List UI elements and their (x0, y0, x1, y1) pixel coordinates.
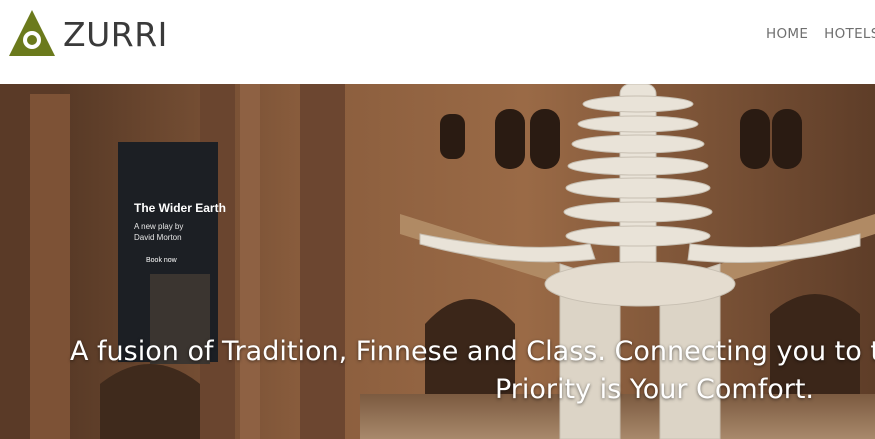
hero-banner: The Wider Earth A new play by David Mort… (0, 84, 875, 439)
poster-title: The Wider Earth (134, 201, 226, 215)
main-nav: HOME HOTELS (766, 26, 875, 42)
logo[interactable]: ZURRI (7, 8, 168, 60)
poster-subtitle-2: David Morton (134, 233, 182, 242)
logo-mark-icon (9, 10, 55, 56)
nav-hotels[interactable]: HOTELS (824, 26, 875, 42)
hero-caption-line-2: Priority is Your Comfort. (495, 374, 815, 405)
hero-caption-line-1: A fusion of Tradition, Finnese and Class… (70, 336, 875, 367)
poster-subtitle-1: A new play by (134, 222, 183, 231)
nav-home[interactable]: HOME (766, 26, 808, 42)
poster-cta: Book now (146, 257, 178, 264)
brand-name: ZURRI (63, 14, 168, 54)
site-header: ZURRI HOME HOTELS (0, 0, 875, 84)
